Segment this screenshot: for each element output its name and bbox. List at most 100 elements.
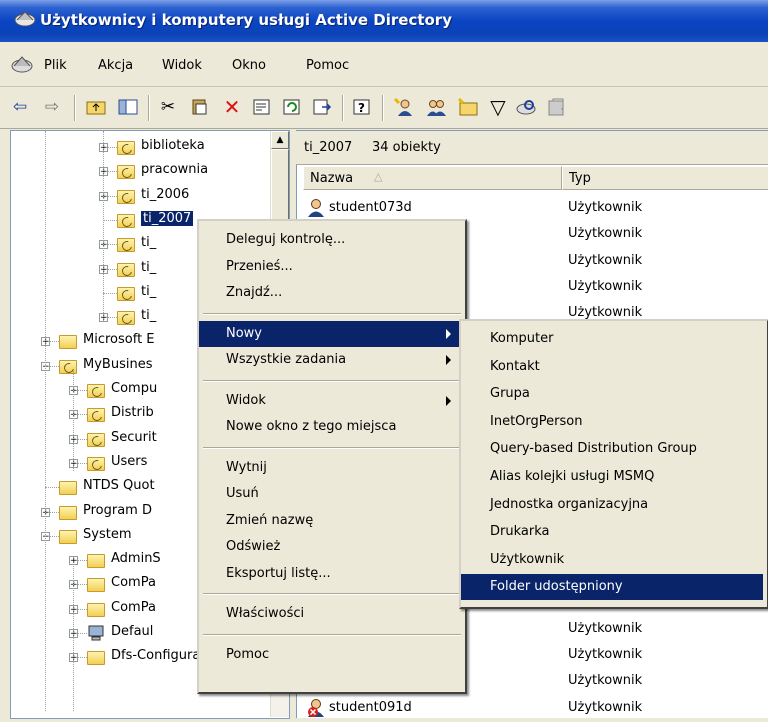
column-header-name[interactable]: Nazwa △ [303, 166, 562, 190]
export-list-icon[interactable] [310, 95, 334, 119]
context-menu-item-label: Przenieś... [226, 258, 293, 274]
context-menu-item-label: Znajdź... [226, 285, 283, 300]
organizational-unit-icon [117, 141, 135, 155]
menu-plik[interactable]: Plik [44, 58, 67, 73]
tree-node-label: ti_2006 [141, 186, 190, 202]
disabled-user-icon [307, 698, 325, 718]
new-submenu-item-label: Grupa [490, 386, 530, 402]
context-menu-item[interactable]: Nowy [199, 320, 461, 347]
back-arrow-icon[interactable]: ⇦ [8, 95, 32, 119]
submenu-arrow-icon [446, 395, 451, 406]
column-header-type[interactable]: Typ [562, 166, 768, 190]
title-bar[interactable]: Użytkownicy i komputery usługi Active Di… [0, 0, 768, 42]
new-submenu-item-label: Query-based Distribution Group [490, 441, 697, 457]
tree-node-label: Securit [111, 429, 157, 445]
organizational-unit-icon [117, 311, 135, 326]
add-to-group-icon[interactable] [544, 95, 568, 119]
new-submenu-item[interactable]: InetOrgPerson [461, 409, 763, 435]
new-submenu-item[interactable]: Kontakt [461, 354, 763, 380]
properties-icon[interactable] [250, 95, 274, 119]
context-menu-item[interactable]: Znajdź... [199, 280, 461, 306]
object-type: Użytkownik [568, 252, 643, 268]
cut-icon[interactable]: ✂ [156, 95, 180, 119]
tree-node-label: ti_ [141, 235, 157, 251]
context-menu-item[interactable]: Wszystkie zadania [199, 347, 461, 373]
context-menu-item[interactable]: Deleguj kontrolę... [199, 227, 461, 253]
up-folder-icon[interactable] [84, 95, 108, 119]
help-icon[interactable]: ? [350, 95, 374, 119]
tree-node[interactable]: + ti_2006 [11, 185, 271, 207]
organizational-unit-icon [59, 359, 77, 374]
object-type: Użytkownik [568, 673, 643, 689]
scroll-up-arrow-icon[interactable]: ▲ [271, 131, 289, 149]
context-menu-item[interactable]: Wytnij [199, 455, 461, 481]
new-submenu-item[interactable]: Drukarka [461, 519, 763, 545]
refresh-icon[interactable] [280, 95, 304, 119]
menu-akcja[interactable]: Akcja [98, 58, 133, 73]
new-submenu-item[interactable]: Komputer [461, 326, 763, 352]
show-hide-tree-icon[interactable] [116, 95, 140, 119]
menu-widok[interactable]: Widok [162, 58, 202, 73]
object-type: Użytkownik [568, 647, 643, 663]
object-type: Użytkownik [568, 226, 643, 242]
new-submenu-item[interactable]: Jednostka organizacyjna [461, 492, 763, 518]
context-menu-item[interactable]: Usuń [199, 481, 461, 507]
sort-ascending-icon: △ [374, 170, 383, 183]
submenu-arrow-icon [446, 355, 451, 365]
expand-icon[interactable]: + [69, 556, 78, 566]
menu-bar: Plik Akcja Widok Okno Pomoc [0, 42, 768, 87]
new-submenu-item[interactable]: Alias kolejki usługi MSMQ [461, 464, 763, 490]
object-type: Użytkownik [568, 200, 643, 215]
computer-icon [87, 625, 105, 645]
delete-icon[interactable]: ✕ [220, 95, 244, 119]
context-menu-item[interactable]: Właściwości [199, 601, 461, 627]
context-menu-item-label: Eksportuj listę... [226, 565, 331, 581]
context-menu-item-label: Nowy [226, 325, 263, 341]
menu-okno[interactable]: Okno [232, 58, 266, 73]
user-icon [307, 198, 325, 218]
new-user-icon[interactable] [392, 95, 416, 119]
tree-node[interactable]: + pracownia [11, 160, 271, 182]
folder-icon [87, 578, 105, 593]
context-menu-item[interactable]: Eksportuj listę... [199, 561, 461, 587]
folder-icon [59, 481, 77, 496]
submenu-arrow-icon [446, 328, 451, 339]
tree-node-label: ti_2007 [141, 210, 194, 226]
tree-node-label: System [83, 526, 132, 542]
folder-icon [59, 505, 77, 520]
find-icon[interactable] [514, 95, 538, 119]
new-ou-icon[interactable] [456, 95, 480, 119]
organizational-unit-icon [87, 408, 105, 423]
organizational-unit-icon [117, 213, 135, 228]
new-submenu-item[interactable]: Folder udostępniony [461, 574, 763, 601]
context-menu-item[interactable]: Odśwież [199, 534, 461, 560]
context-menu-item[interactable]: Nowe okno z tego miejsca [199, 414, 461, 440]
context-menu-item[interactable]: Widok [199, 388, 461, 414]
new-group-icon[interactable] [424, 95, 448, 119]
context-menu-item[interactable]: Przenieś... [199, 254, 461, 280]
toolbar: ⇦ ⇨ ✂ ✕ ? ▽ [0, 87, 768, 129]
new-submenu-item[interactable]: Użytkownik [461, 547, 763, 573]
new-submenu-item[interactable]: Query-based Distribution Group [461, 436, 763, 462]
new-submenu-item[interactable]: Grupa [461, 381, 763, 407]
menu-pomoc[interactable]: Pomoc [306, 58, 349, 73]
details-header: ti_2007 34 obiekty [296, 131, 768, 165]
forward-arrow-icon[interactable]: ⇨ [40, 95, 64, 119]
new-submenu-item-label: Folder udostępniony [490, 579, 623, 595]
copy-icon[interactable] [188, 95, 212, 119]
menu-separator [203, 593, 461, 595]
window-title: Użytkownicy i komputery usługi Active Di… [40, 11, 452, 29]
app-menu-icon[interactable] [10, 54, 34, 74]
context-menu-item[interactable]: Zmień nazwę [199, 508, 461, 534]
organizational-unit-icon [117, 165, 135, 180]
object-type: Użytkownik [568, 699, 643, 715]
tree-node-label: pracownia [141, 162, 209, 178]
context-menu-item[interactable]: Pomoc [199, 642, 461, 668]
filter-icon[interactable]: ▽ [486, 95, 510, 119]
tree-node-label: Users [111, 453, 148, 469]
menu-separator [203, 633, 461, 636]
folder-icon [87, 602, 105, 617]
tree-node[interactable]: + biblioteka [11, 136, 271, 158]
tree-node-label: Defaul [111, 624, 154, 639]
table-row[interactable]: student091d Użytkownik [303, 696, 768, 722]
